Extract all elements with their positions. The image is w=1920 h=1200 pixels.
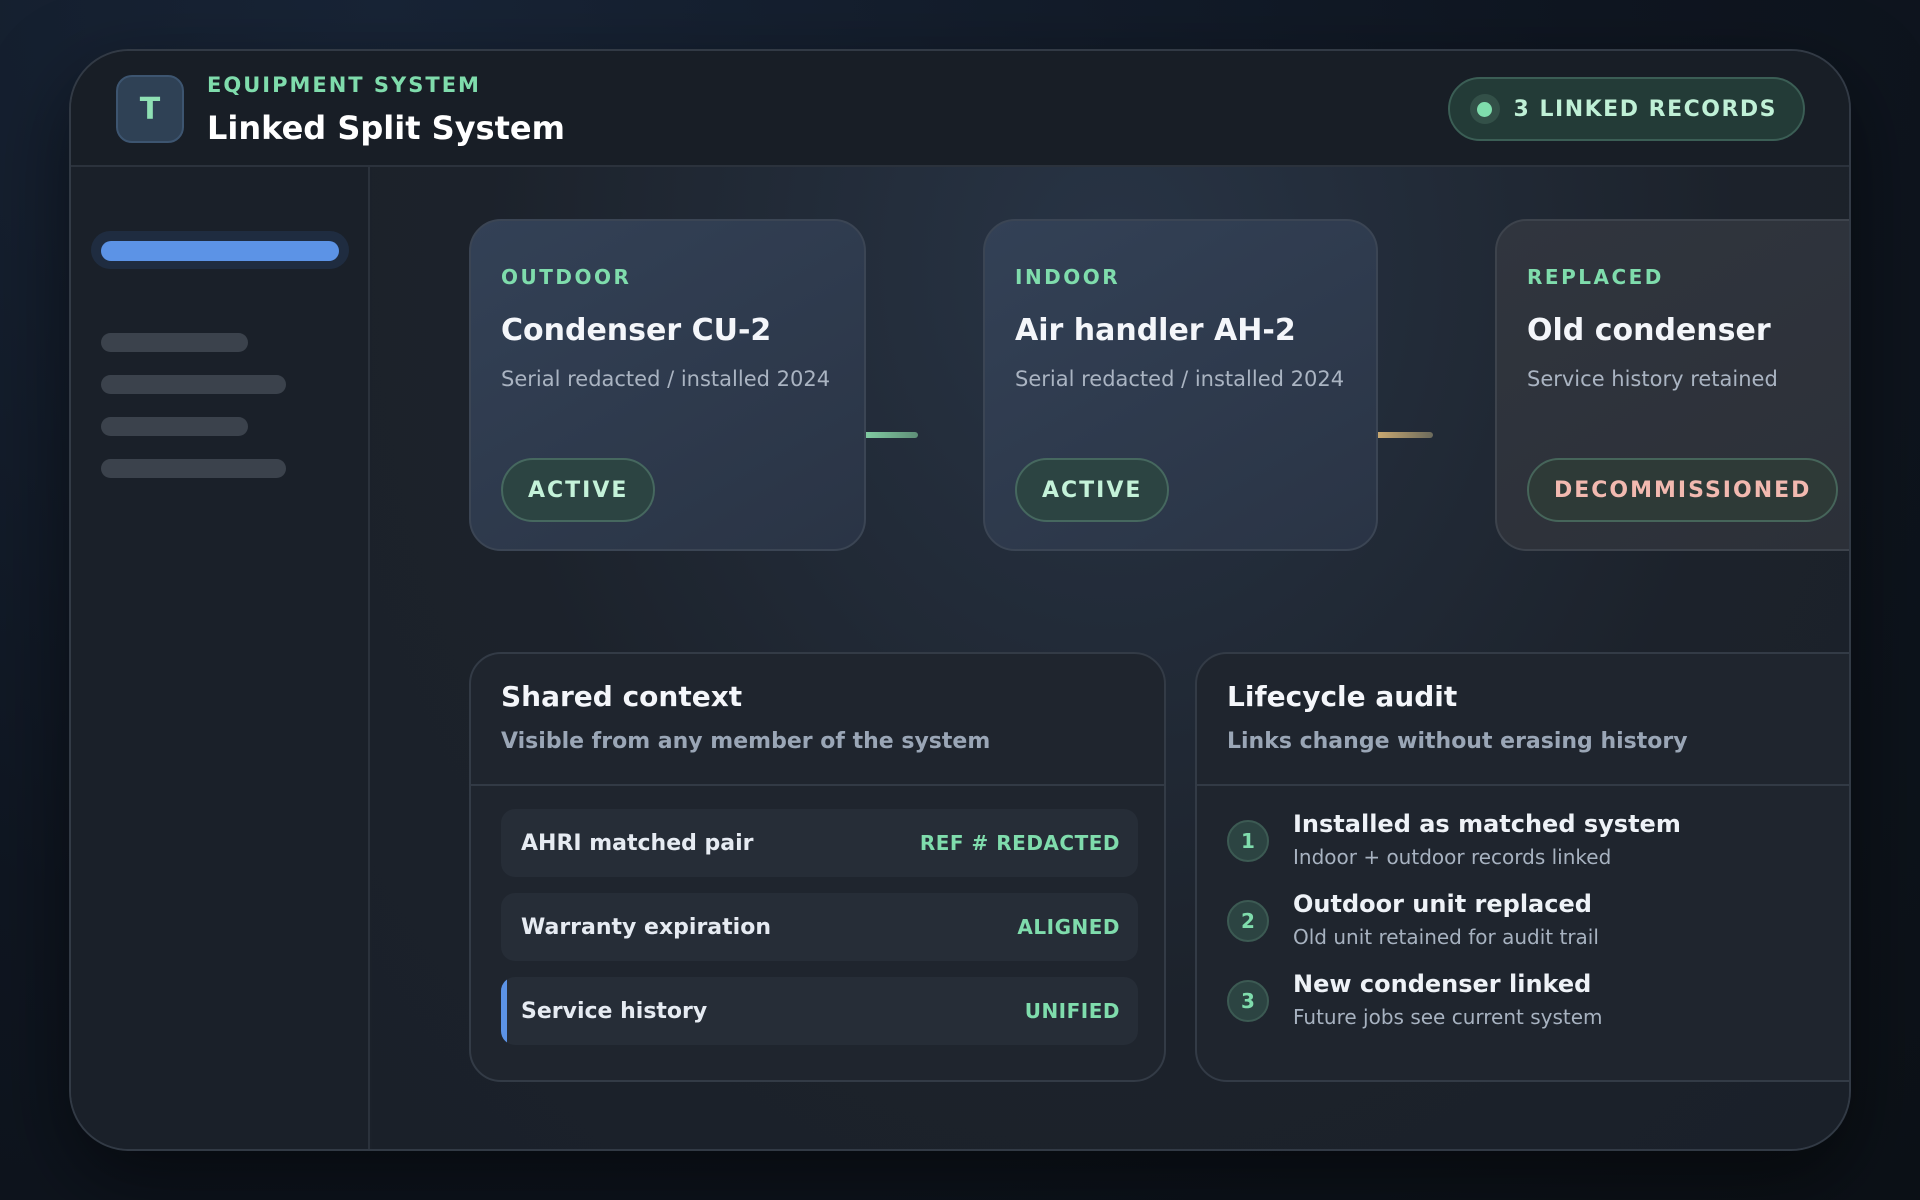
- card-title: Condenser CU-2: [501, 313, 772, 348]
- linked-records-badge[interactable]: 3 LINKED RECORDS: [1447, 77, 1805, 141]
- app-window: T EQUIPMENT SYSTEM Linked Split System 3…: [69, 49, 1851, 1151]
- equipment-card-indoor[interactable]: INDOOR Air handler AH-2 Serial redacted …: [983, 219, 1378, 551]
- linked-records-label: 3 LINKED RECORDS: [1513, 96, 1777, 122]
- sidebar-item-placeholder-5[interactable]: [101, 417, 248, 436]
- lifecycle-step: 2 Outdoor unit replaced Old unit retaine…: [1227, 890, 1847, 964]
- card-title: Old condenser: [1527, 313, 1771, 348]
- status-dot-icon: [1469, 94, 1500, 124]
- card-subtitle: Service history retained: [1527, 367, 1778, 391]
- card-title: Air handler AH-2: [1015, 313, 1296, 348]
- shared-context-panel: Shared context Visible from any member o…: [469, 652, 1166, 1082]
- equipment-card-outdoor[interactable]: OUTDOOR Condenser CU-2 Serial redacted /…: [469, 219, 866, 551]
- status-badge: ACTIVE: [501, 458, 656, 522]
- avatar[interactable]: T: [116, 75, 184, 143]
- panel-subtitle: Visible from any member of the system: [501, 729, 991, 754]
- card-eyebrow: REPLACED: [1527, 265, 1664, 289]
- panel-title: Lifecycle audit: [1227, 680, 1458, 713]
- card-eyebrow: OUTDOOR: [501, 265, 632, 289]
- context-row[interactable]: Warranty expiration ALIGNED: [501, 893, 1138, 961]
- step-title: New condenser linked: [1293, 970, 1592, 998]
- divider: [1197, 784, 1849, 786]
- section-eyebrow: EQUIPMENT SYSTEM: [207, 73, 481, 97]
- step-number-badge: 3: [1227, 980, 1269, 1022]
- panel-subtitle: Links change without erasing history: [1227, 729, 1688, 754]
- sidebar: [71, 167, 370, 1149]
- sidebar-item-placeholder-3[interactable]: [101, 333, 248, 352]
- context-row-value: REF # REDACTED: [919, 831, 1120, 855]
- context-row-label: Service history: [521, 998, 708, 1024]
- context-row-label: AHRI matched pair: [521, 830, 754, 856]
- lifecycle-step: 3 New condenser linked Future jobs see c…: [1227, 970, 1847, 1044]
- step-subtitle: Indoor + outdoor records linked: [1293, 845, 1612, 869]
- sidebar-item-placeholder-4[interactable]: [101, 375, 286, 394]
- step-subtitle: Old unit retained for audit trail: [1293, 925, 1599, 949]
- card-subtitle: Serial redacted / installed 2024: [1015, 367, 1345, 391]
- context-row-value: UNIFIED: [1024, 999, 1120, 1023]
- main-content: OUTDOOR Condenser CU-2 Serial redacted /…: [372, 167, 1849, 1149]
- context-row-label: Warranty expiration: [521, 914, 771, 940]
- step-subtitle: Future jobs see current system: [1293, 1005, 1603, 1029]
- sidebar-item-placeholder-6[interactable]: [101, 459, 286, 478]
- step-number-badge: 2: [1227, 900, 1269, 942]
- sidebar-item-active[interactable]: [101, 241, 339, 261]
- lifecycle-audit-panel: Lifecycle audit Links change without era…: [1195, 652, 1849, 1082]
- step-title: Installed as matched system: [1293, 810, 1681, 838]
- card-eyebrow: INDOOR: [1015, 265, 1121, 289]
- lifecycle-step: 1 Installed as matched system Indoor + o…: [1227, 810, 1847, 884]
- step-number-badge: 1: [1227, 820, 1269, 862]
- status-badge: ACTIVE: [1015, 458, 1170, 522]
- panel-title: Shared context: [501, 680, 743, 713]
- status-badge: DECOMMISSIONED: [1527, 458, 1839, 522]
- context-row-selected[interactable]: Service history UNIFIED: [501, 977, 1138, 1045]
- card-subtitle: Serial redacted / installed 2024: [501, 367, 831, 391]
- header: T EQUIPMENT SYSTEM Linked Split System 3…: [71, 51, 1849, 167]
- equipment-card-replaced[interactable]: REPLACED Old condenser Service history r…: [1495, 219, 1849, 551]
- step-title: Outdoor unit replaced: [1293, 890, 1592, 918]
- context-row[interactable]: AHRI matched pair REF # REDACTED: [501, 809, 1138, 877]
- context-row-value: ALIGNED: [1017, 915, 1120, 939]
- divider: [471, 784, 1164, 786]
- page-title: Linked Split System: [207, 109, 565, 147]
